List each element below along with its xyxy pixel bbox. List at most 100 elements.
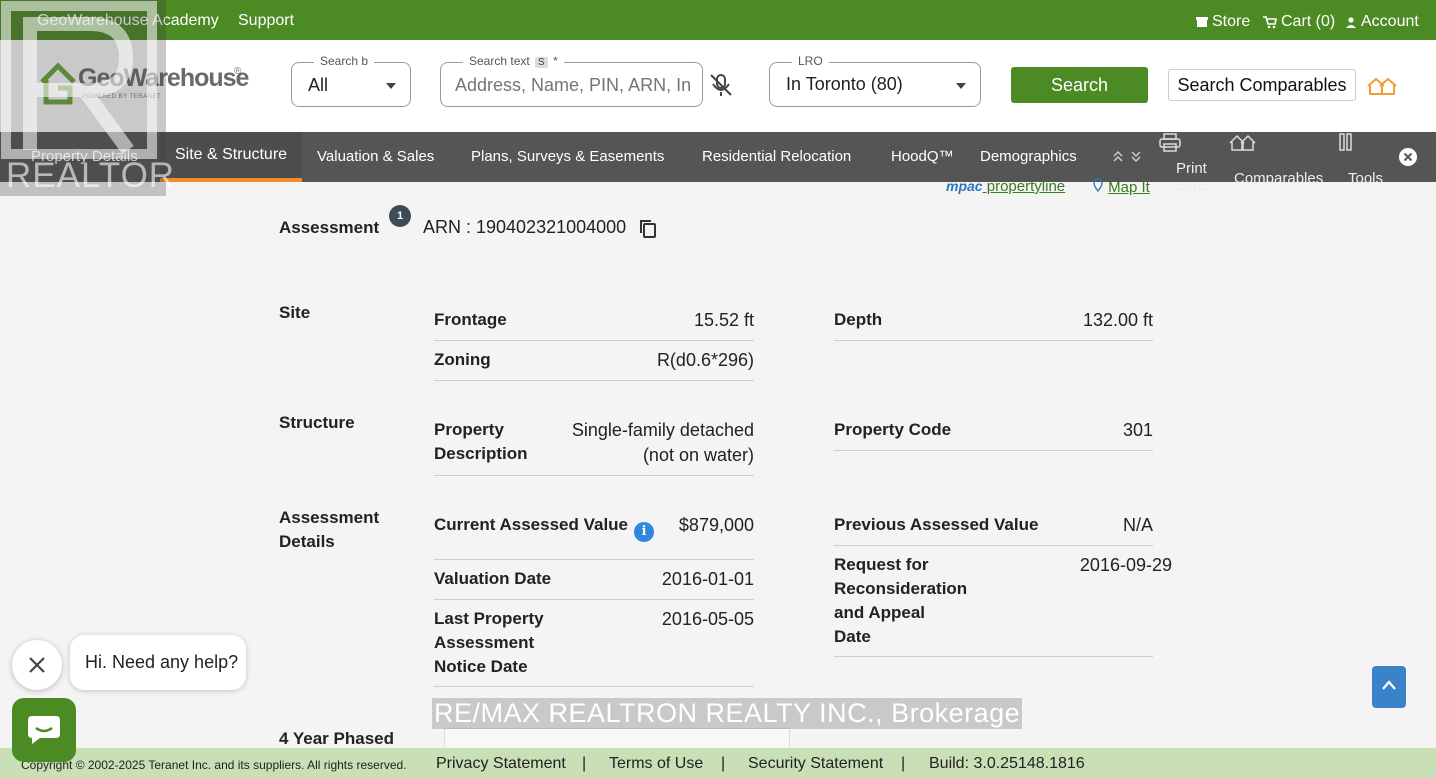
lro-label: LRO: [792, 54, 829, 68]
lro-value: In Toronto (80): [786, 74, 903, 94]
scroll-to-top-button[interactable]: [1372, 666, 1406, 708]
phased-table-header: [444, 728, 790, 748]
property-description-value-2: (not on water): [642, 445, 754, 465]
lro-select[interactable]: LRO In Toronto (80): [769, 54, 981, 107]
assessment-details-heading-1: Assessment: [279, 508, 380, 527]
search-input[interactable]: [455, 75, 691, 96]
mpac-propertyline-link[interactable]: mpac propertyline: [946, 178, 1065, 195]
store-label: Store: [1212, 13, 1251, 30]
cart-link[interactable]: Cart (0): [1263, 13, 1335, 31]
required-marker: *: [553, 54, 558, 68]
search-by-label: Search b: [314, 54, 375, 68]
reconsideration-label-2: Reconsideration: [834, 579, 968, 598]
top-bar: GeoWarehouse Academy Support Store Cart …: [0, 0, 1436, 40]
divider: [434, 559, 754, 560]
notice-date-value: 2016-05-05: [661, 609, 754, 629]
account-link[interactable]: Account: [1345, 13, 1419, 31]
tools-icon: [1339, 133, 1352, 151]
build-text: Build: 3.0.25148.1816: [929, 755, 1085, 772]
zoning-label: Zoning: [434, 350, 491, 369]
copy-icon[interactable]: [639, 219, 657, 239]
frontage-label: Frontage: [434, 310, 507, 329]
terms-link[interactable]: Terms of Use: [609, 755, 703, 773]
depth-value: 132.00 ft: [1082, 310, 1153, 330]
frontage-value: 15.52 ft: [693, 310, 754, 330]
chat-icon: [28, 716, 60, 744]
divider: [834, 656, 1153, 657]
printer-icon: [1159, 133, 1181, 152]
current-assessed-value-label: Current Assessed Value: [434, 515, 629, 534]
property-description-label-1: Property: [434, 420, 504, 439]
store-icon: [1196, 17, 1208, 27]
tab-demographics[interactable]: Demographics: [980, 132, 1077, 182]
mpac-logo: mpac: [946, 178, 983, 194]
collapse-chevrons-icon[interactable]: [1112, 148, 1144, 164]
mic-off-icon[interactable]: [708, 72, 734, 98]
privacy-link[interactable]: Privacy Statement: [436, 755, 566, 773]
reconsideration-label-4: Date: [834, 627, 871, 646]
search-by-select[interactable]: Search b All: [291, 54, 411, 107]
tab-hoodq[interactable]: HoodQ™: [891, 132, 954, 182]
comparables-button[interactable]: Comparables: [1228, 132, 1332, 187]
copyright-text: Copyright © 2002-2025 Teranet Inc. and i…: [21, 758, 407, 772]
property-code-value: 301: [1122, 420, 1153, 440]
property-description-value-1: Single-family detached: [571, 420, 754, 440]
footer: Copyright © 2002-2025 Teranet Inc. and i…: [0, 748, 1436, 778]
section-nav: Property Details Site & Structure Valuat…: [0, 132, 1436, 198]
store-link[interactable]: Store: [1196, 13, 1250, 31]
divider: [434, 475, 754, 476]
close-icon[interactable]: [1399, 148, 1417, 166]
realtor-r-icon: [1, 1, 157, 159]
comparables-icon: [1229, 134, 1256, 151]
divider: [834, 545, 1153, 546]
propertyline-link[interactable]: propertyline: [983, 178, 1065, 195]
search-button[interactable]: Search: [1011, 67, 1148, 103]
tools-button[interactable]: Tools: [1338, 132, 1388, 187]
reconsideration-date-value: 2016-09-29: [1079, 555, 1172, 575]
notice-date-label-3: Notice Date: [434, 657, 528, 676]
map-it-label: Map It: [1108, 179, 1150, 196]
current-assessed-value: $879,000: [678, 515, 754, 535]
info-icon[interactable]: i: [634, 522, 654, 542]
map-it-link[interactable]: Map It: [1092, 178, 1150, 196]
divider: [434, 380, 754, 381]
tab-valuation-sales[interactable]: Valuation & Sales: [317, 132, 434, 182]
logo-registered: ®: [234, 66, 242, 77]
chevron-down-icon: [386, 83, 396, 89]
structure-heading: Structure: [279, 413, 355, 432]
account-label: Account: [1361, 13, 1419, 30]
comparable-houses-icon[interactable]: [1366, 74, 1398, 98]
chat-greeting-bubble[interactable]: Hi. Need any help?: [70, 635, 246, 690]
security-link[interactable]: Security Statement: [748, 755, 883, 773]
header: GeoWarehouse ® POWERED BY TERANET Search…: [0, 40, 1436, 132]
tab-residential-relocation[interactable]: Residential Relocation: [702, 132, 851, 182]
cart-icon: [1263, 15, 1277, 28]
support-link[interactable]: Support: [238, 12, 294, 30]
chat-dismiss-button[interactable]: [12, 640, 62, 690]
depth-label: Depth: [834, 310, 883, 329]
property-code-label: Property Code: [834, 420, 952, 439]
map-pin-icon: [1093, 178, 1103, 193]
chevron-down-icon: [956, 83, 966, 89]
divider: [434, 599, 754, 600]
assessment-heading: Assessment: [279, 218, 380, 237]
tab-plans-surveys[interactable]: Plans, Surveys & Easements: [471, 132, 664, 182]
reconsideration-label-3: and Appeal: [834, 603, 925, 622]
chat-launcher-button[interactable]: [12, 698, 76, 762]
divider: [834, 340, 1153, 341]
reconsideration-label-1: Request for: [834, 555, 929, 574]
brokerage-watermark: RE/MAX REALTRON REALTY INC., Brokerage: [432, 698, 1023, 729]
print-pdf-button[interactable]: Print PDF: [1158, 132, 1228, 198]
shortcut-key-badge: S: [535, 57, 548, 68]
footer-separator: |: [721, 755, 726, 772]
search-comparables-button[interactable]: Search Comparables: [1168, 69, 1356, 101]
close-icon: [29, 657, 45, 673]
search-text-label: Search text S *: [463, 54, 564, 68]
search-text-field[interactable]: Search text S *: [440, 54, 703, 107]
realtor-watermark-logo: REALTOR: [0, 0, 174, 196]
tab-site-structure[interactable]: Site & Structure: [160, 132, 302, 182]
zoning-value: R(d0.6*296): [656, 350, 754, 370]
previous-assessed-value: N/A: [1122, 515, 1153, 535]
realtor-wordmark: REALTOR: [6, 156, 176, 195]
chevron-up-icon: [1382, 680, 1396, 690]
